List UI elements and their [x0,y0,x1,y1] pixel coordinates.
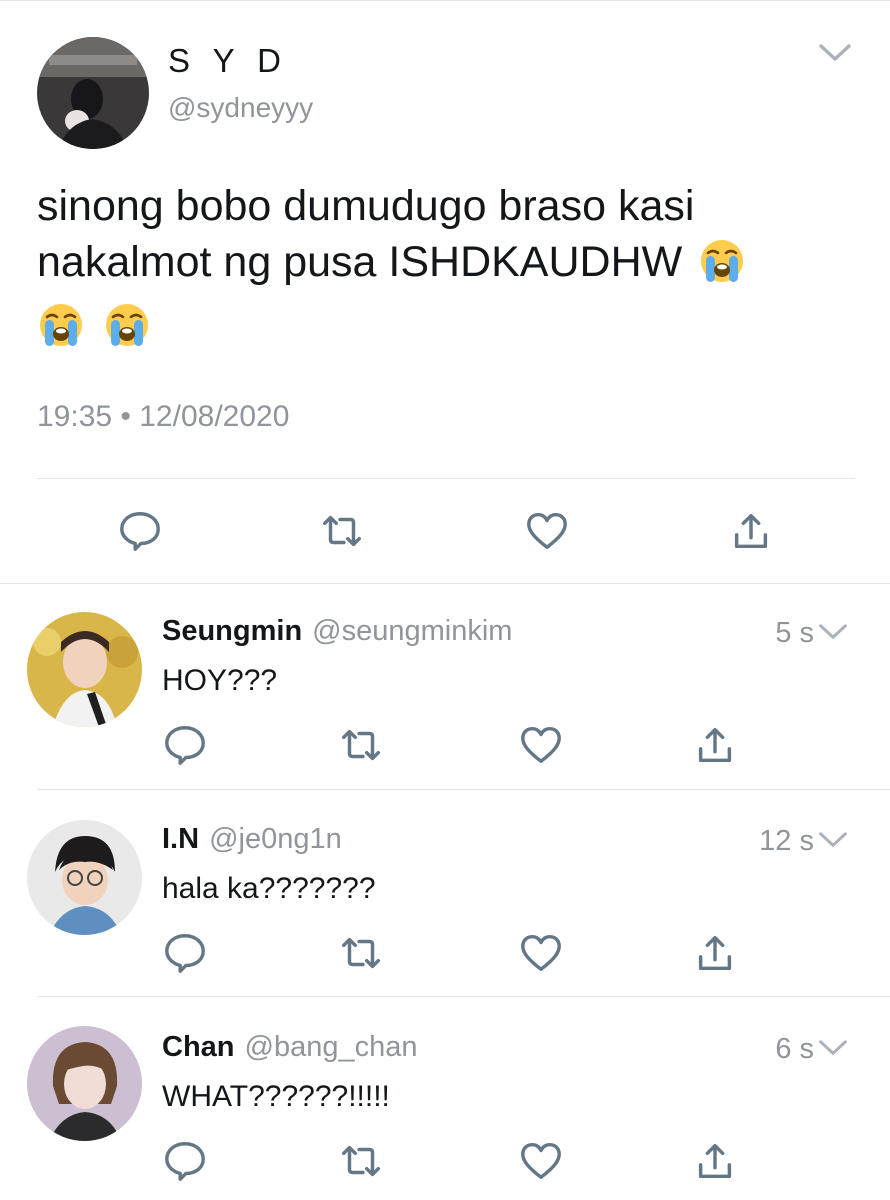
like-icon[interactable] [518,1138,564,1184]
reply-avatar-chan[interactable] [27,1026,142,1141]
retweet-icon[interactable] [319,508,365,554]
retweet-icon[interactable] [338,930,384,976]
top-divider [0,0,890,1]
reply-icon[interactable] [162,722,208,768]
divider [0,583,890,584]
loudly-crying-face-icon [103,300,151,348]
share-icon[interactable] [728,508,774,554]
share-icon[interactable] [692,1138,738,1184]
reply-display-name[interactable]: Seungmin [162,615,302,647]
reply-icon[interactable] [162,1138,208,1184]
tweet-timestamp: 19:35 • 12/08/2020 [37,400,290,433]
chevron-down-icon[interactable] [818,1038,848,1058]
chevron-down-icon[interactable] [818,622,848,642]
main-avatar[interactable] [37,37,149,149]
reply-handle[interactable]: @je0ng1n [209,823,342,855]
reply-header: Seungmin @seungminkim [162,615,512,648]
reply-time: 12 s [759,825,814,857]
avatar-photo [27,820,142,935]
loudly-crying-face-icon [698,236,746,284]
like-icon[interactable] [524,508,570,554]
reply-header: I.N @je0ng1n [162,823,342,856]
chevron-down-icon[interactable] [818,42,852,64]
avatar-photo [27,1026,142,1141]
like-icon[interactable] [518,722,564,768]
reply-text: HOY??? [162,664,278,697]
share-icon[interactable] [692,930,738,976]
reply-handle[interactable]: @bang_chan [245,1031,418,1063]
reply-time: 6 s [775,1033,814,1065]
divider [37,789,890,790]
retweet-icon[interactable] [338,1138,384,1184]
reply-text: hala ka??????? [162,872,376,905]
avatar-photo [27,612,142,727]
avatar-photo [37,37,149,149]
reply-text: WHAT??????!!!!! [162,1080,390,1113]
share-icon[interactable] [692,722,738,768]
main-handle[interactable]: @sydneyyy [168,92,313,124]
reply-icon[interactable] [117,508,163,554]
reply-display-name[interactable]: I.N [162,823,199,855]
tweet-text: sinong bobo dumudugo braso kasi nakalmot… [37,178,857,290]
reply-avatar-seungmin[interactable] [27,612,142,727]
reply-header: Chan @bang_chan [162,1031,417,1064]
reply-icon[interactable] [162,930,208,976]
emoji-row [37,300,151,348]
loudly-crying-face-icon [37,300,85,348]
divider [37,478,855,479]
divider [37,996,890,997]
reply-handle[interactable]: @seungminkim [312,615,512,647]
reply-display-name[interactable]: Chan [162,1031,235,1063]
tweet-text-content: sinong bobo dumudugo braso kasi nakalmot… [37,182,695,286]
retweet-icon[interactable] [338,722,384,768]
chevron-down-icon[interactable] [818,830,848,850]
reply-time: 5 s [775,617,814,649]
like-icon[interactable] [518,930,564,976]
main-display-name[interactable]: S Y D [168,42,288,80]
reply-avatar-in[interactable] [27,820,142,935]
